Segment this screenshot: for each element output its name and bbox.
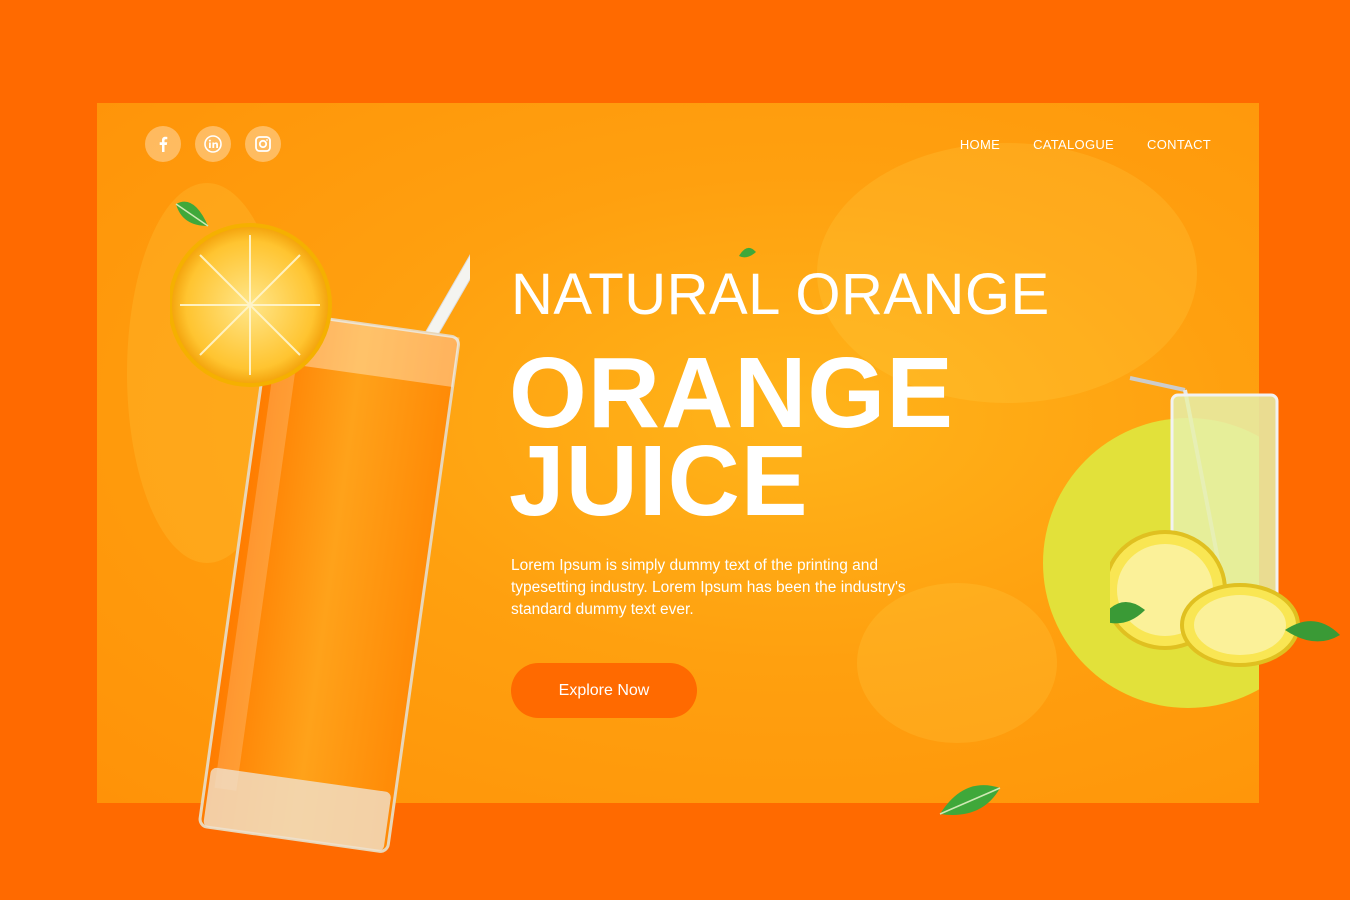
nav-catalogue[interactable]: CATALOGUE (1033, 137, 1114, 152)
leaf-icon (175, 201, 209, 227)
leaf-icon (739, 247, 756, 258)
hero-title-line-1: ORANGE (509, 337, 954, 449)
hero-title-line-2: JUICE (509, 425, 809, 537)
hero-eyebrow: NATURAL ORANGE (511, 262, 1050, 327)
hero-title: ORANGE JUICE (509, 337, 954, 537)
orange-juice-glass-image (170, 188, 470, 853)
explore-now-button[interactable]: Explore Now (511, 663, 697, 718)
nav-contact[interactable]: CONTACT (1147, 137, 1211, 152)
leaf-icon (939, 785, 1001, 815)
hero-description: Lorem Ipsum is simply dummy text of the … (511, 557, 906, 618)
lemonade-glass-image (1110, 376, 1340, 667)
nav-home[interactable]: HOME (960, 137, 1000, 152)
main-nav: HOME CATALOGUE CONTACT (960, 137, 1211, 152)
